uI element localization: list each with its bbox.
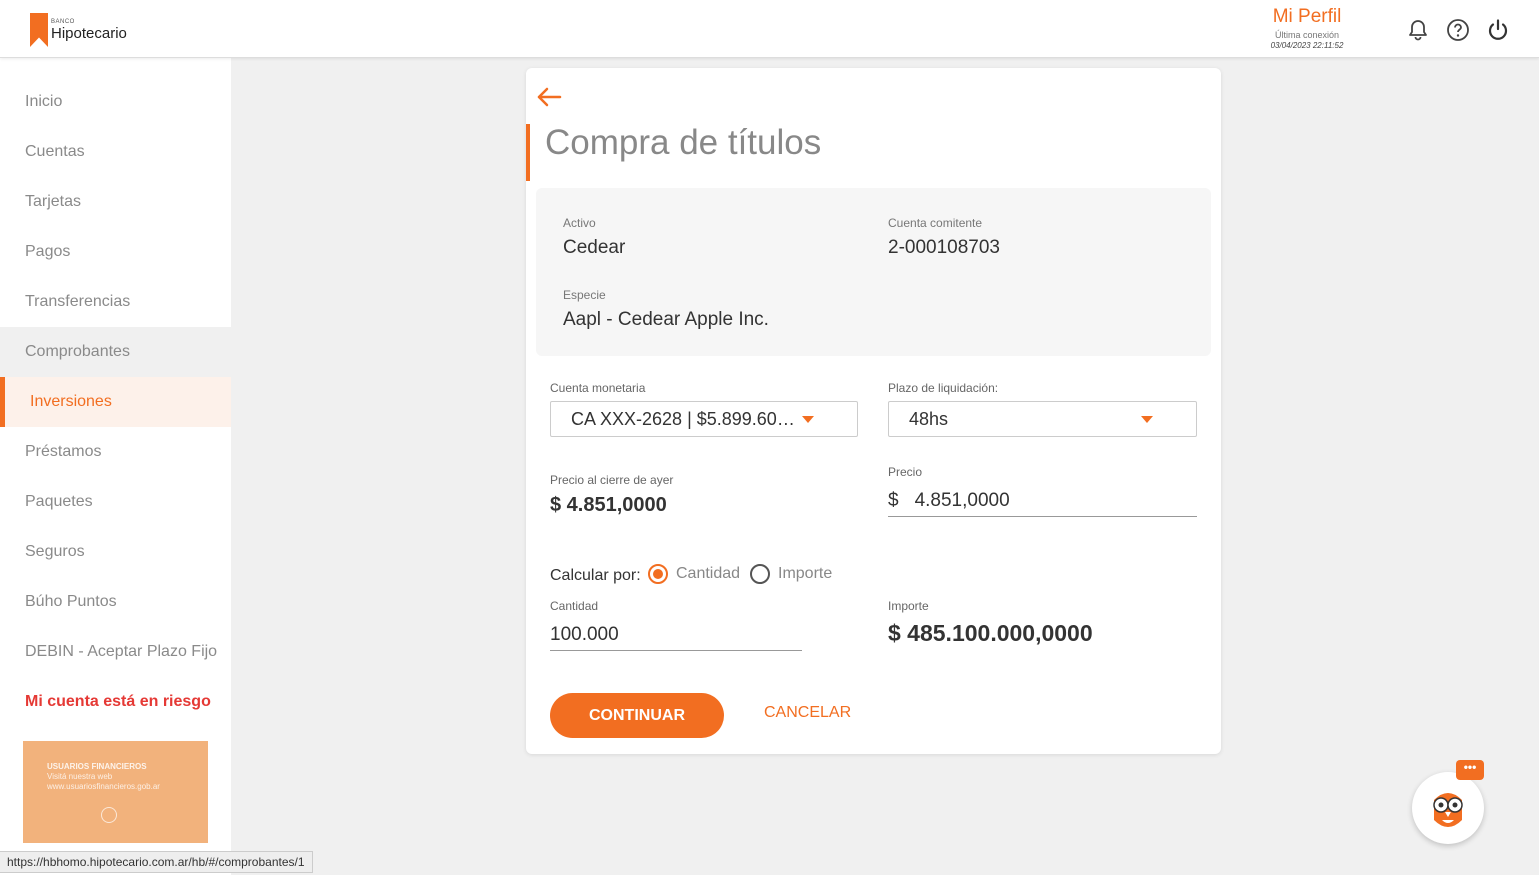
logo-main-text: Hipotecario bbox=[51, 24, 127, 42]
logo-mark-icon bbox=[30, 13, 48, 47]
especie-value: Aapl - Cedear Apple Inc. bbox=[563, 309, 769, 330]
plazo-label: Plazo de liquidación: bbox=[888, 381, 999, 395]
radio-cantidad-label[interactable]: Cantidad bbox=[676, 565, 740, 583]
purchase-form-card: Compra de títulos Activo Cedear Cuenta c… bbox=[526, 68, 1221, 754]
sidebar-item-inversiones[interactable]: Inversiones bbox=[0, 377, 231, 427]
plazo-value: 48hs bbox=[909, 408, 949, 429]
sidebar-item-seguros[interactable]: Seguros bbox=[0, 527, 231, 577]
seal-icon bbox=[101, 807, 117, 823]
sidebar-item-account-risk[interactable]: Mi cuenta está en riesgo bbox=[0, 677, 231, 727]
cancel-button[interactable]: CANCELAR bbox=[764, 704, 851, 722]
sidebar-item-buho-puntos[interactable]: Búho Puntos bbox=[0, 577, 231, 627]
plazo-liquidacion-select[interactable]: 48hs bbox=[888, 401, 1197, 437]
sidebar-item-paquetes[interactable]: Paquetes bbox=[0, 477, 231, 527]
profile-menu[interactable]: Mi Perfil Última conexión 03/04/2023 22:… bbox=[1262, 6, 1352, 51]
precio-label: Precio bbox=[888, 465, 923, 479]
top-bar: BANCO Hipotecario Mi Perfil Última conex… bbox=[0, 0, 1539, 58]
sidebar-item-debin[interactable]: DEBIN - Aceptar Plazo Fijo bbox=[0, 627, 231, 677]
chevron-down-icon bbox=[802, 416, 814, 423]
chat-assistant-button[interactable] bbox=[1412, 772, 1484, 844]
banner-seal bbox=[101, 807, 117, 823]
cuenta-comitente-label: Cuenta comitente bbox=[888, 216, 983, 230]
browser-status-bar: https://hbhomo.hipotecario.com.ar/hb/#/c… bbox=[0, 851, 313, 873]
chat-notification-badge[interactable]: ••• bbox=[1456, 760, 1484, 780]
precio-cierre-label: Precio al cierre de ayer bbox=[550, 473, 674, 487]
back-arrow-icon[interactable] bbox=[536, 86, 562, 108]
asset-summary-panel: Activo Cedear Cuenta comitente 2-0001087… bbox=[536, 188, 1211, 356]
radio-cantidad[interactable] bbox=[648, 564, 668, 584]
sidebar-item-inicio[interactable]: Inicio bbox=[0, 77, 231, 127]
activo-label: Activo bbox=[563, 216, 596, 230]
title-accent-bar bbox=[526, 124, 530, 181]
cantidad-label: Cantidad bbox=[550, 599, 599, 613]
continue-button[interactable]: CONTINUAR bbox=[550, 693, 724, 738]
bank-logo[interactable]: BANCO Hipotecario bbox=[30, 13, 127, 47]
precio-input[interactable]: $ 4.851,0000 bbox=[888, 484, 1197, 517]
owl-icon bbox=[1433, 793, 1463, 827]
cantidad-value: 100.000 bbox=[550, 624, 619, 645]
sidebar: Inicio Cuentas Tarjetas Pagos Transferen… bbox=[0, 58, 231, 875]
precio-currency: $ bbox=[888, 490, 899, 511]
last-connection-label: Última conexión bbox=[1274, 30, 1340, 40]
usuarios-financieros-banner[interactable]: USUARIOS FINANCIEROS Visitá nuestra web … bbox=[23, 741, 208, 843]
cuenta-monetaria-select[interactable]: CA XXX-2628 | $5.899.601,... bbox=[550, 401, 858, 437]
sidebar-item-transferencias[interactable]: Transferencias bbox=[0, 277, 231, 327]
sidebar-item-comprobantes[interactable]: Comprobantes bbox=[0, 327, 231, 377]
calcular-por-label: Calcular por: bbox=[550, 567, 641, 584]
banner-title: USUARIOS FINANCIEROS bbox=[47, 762, 147, 771]
sidebar-item-tarjetas[interactable]: Tarjetas bbox=[0, 177, 231, 227]
cantidad-input[interactable]: 100.000 bbox=[550, 618, 802, 651]
cuenta-monetaria-label: Cuenta monetaria bbox=[550, 381, 646, 395]
precio-value: 4.851,0000 bbox=[914, 490, 1010, 511]
precio-cierre-value: $ 4.851,0000 bbox=[550, 494, 667, 516]
sidebar-item-cuentas[interactable]: Cuentas bbox=[0, 127, 231, 177]
cuenta-comitente-value: 2-000108703 bbox=[888, 237, 1000, 258]
page-title: Compra de títulos bbox=[545, 123, 822, 162]
banner-line2: www.usuariosfinancieros.gob.ar bbox=[47, 782, 160, 791]
importe-value: $ 485.100.000,0000 bbox=[888, 620, 1093, 646]
sidebar-item-pagos[interactable]: Pagos bbox=[0, 227, 231, 277]
last-connection-date: 03/04/2023 22:11:52 bbox=[1270, 41, 1344, 50]
bell-icon[interactable] bbox=[1406, 18, 1430, 42]
especie-label: Especie bbox=[563, 288, 606, 302]
cuenta-monetaria-value: CA XXX-2628 | $5.899.601,... bbox=[571, 408, 796, 429]
help-icon[interactable] bbox=[1446, 18, 1470, 42]
banner-line1: Visitá nuestra web bbox=[47, 772, 113, 781]
profile-name[interactable]: Mi Perfil bbox=[1262, 6, 1352, 28]
sidebar-item-prestamos[interactable]: Préstamos bbox=[0, 427, 231, 477]
importe-label: Importe bbox=[888, 599, 929, 613]
radio-importe[interactable] bbox=[750, 564, 770, 584]
chevron-down-icon bbox=[1141, 416, 1153, 423]
power-icon[interactable] bbox=[1486, 18, 1510, 42]
activo-value: Cedear bbox=[563, 237, 626, 258]
radio-importe-label[interactable]: Importe bbox=[778, 565, 832, 583]
